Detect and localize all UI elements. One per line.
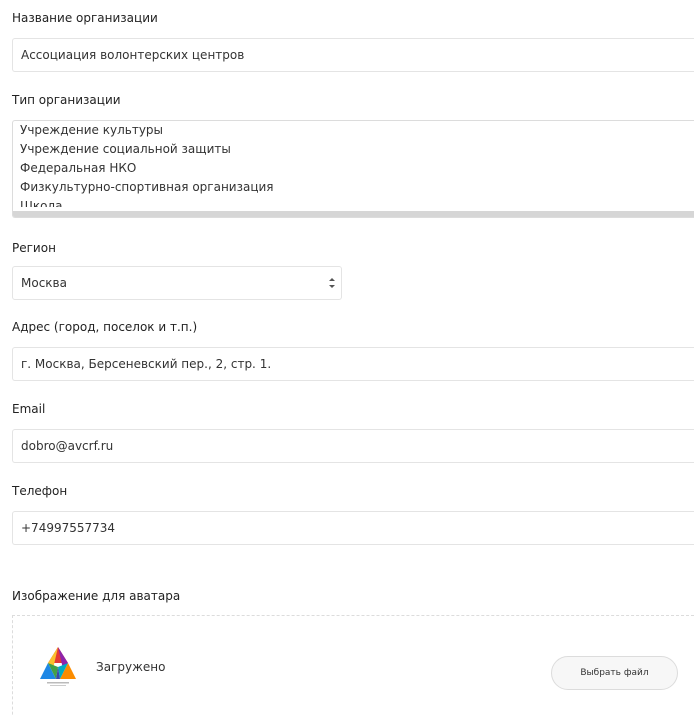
address-label: Адрес (город, поселок и т.п.): [12, 320, 198, 334]
horizontal-scrollbar[interactable]: [13, 211, 694, 217]
org-type-option[interactable]: Учреждение социальной защиты: [13, 140, 694, 159]
phone-input[interactable]: [12, 511, 694, 545]
org-type-label: Тип организации: [12, 93, 121, 107]
phone-label: Телефон: [12, 484, 68, 498]
org-type-option[interactable]: Учреждение культуры: [13, 121, 694, 140]
region-select-value: Москва: [21, 276, 67, 290]
region-select[interactable]: Москва: [12, 266, 342, 300]
org-name-label: Название организации: [12, 11, 158, 25]
avatar-label: Изображение для аватара: [12, 589, 181, 603]
email-label: Email: [12, 402, 46, 416]
org-type-option[interactable]: Школа: [13, 197, 694, 207]
avatar-upload-area[interactable]: Загружено Выбрать файл: [12, 615, 694, 716]
address-input[interactable]: [12, 347, 694, 381]
org-type-option[interactable]: Федеральная НКО: [13, 159, 694, 178]
triangle-logo-icon: [40, 647, 76, 686]
email-input[interactable]: [12, 429, 694, 463]
org-name-input[interactable]: [12, 38, 694, 72]
org-type-listbox[interactable]: Учреждение культуры Учреждение социально…: [12, 120, 694, 218]
region-label: Регион: [12, 241, 56, 255]
select-arrows-icon: [329, 278, 335, 288]
choose-file-button[interactable]: Выбрать файл: [551, 656, 678, 690]
org-type-option[interactable]: Физкультурно-спортивная организация: [13, 178, 694, 197]
upload-status: Загружено: [96, 660, 166, 674]
organization-form: Название организации Тип организации Учр…: [0, 0, 694, 716]
